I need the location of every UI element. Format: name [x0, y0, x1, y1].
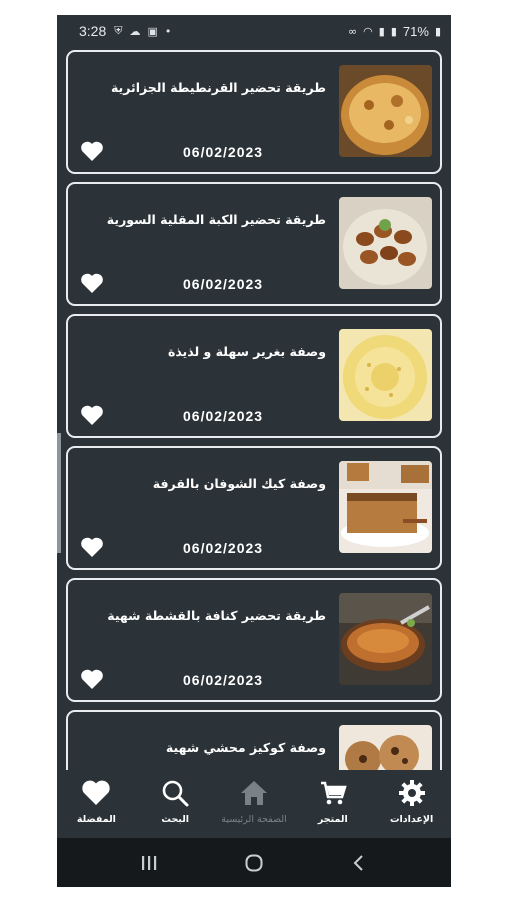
- heart-icon[interactable]: [80, 140, 104, 162]
- nav-favorites-label: المفضلة: [76, 814, 116, 825]
- cart-icon: [320, 781, 347, 805]
- system-navigation-bar: [57, 838, 451, 887]
- nav-home[interactable]: الصفحة الرئيسية: [215, 770, 294, 838]
- nav-settings[interactable]: الإعدادات: [372, 770, 451, 838]
- baghrir-photo: [339, 329, 432, 421]
- recipe-date: 06/02/2023: [183, 276, 264, 292]
- heart-icon[interactable]: [80, 404, 104, 426]
- search-icon: [162, 780, 189, 807]
- heart-icon: [82, 780, 111, 805]
- home-icon: [241, 781, 268, 805]
- gear-icon: [398, 780, 425, 806]
- nav-favorites[interactable]: المفضلة: [57, 770, 136, 838]
- recipe-title: طريقة تحضير الكبة المقلية السورية: [106, 212, 326, 227]
- heart-icon[interactable]: [80, 536, 104, 558]
- recipe-date: 06/02/2023: [183, 408, 264, 424]
- recipe-card[interactable]: طريقة تحضير القرنطيطة الجزائرية 06/02/20…: [66, 50, 442, 174]
- recipe-title: وصفة بغرير سهلة و لذيذة: [167, 344, 326, 359]
- recipe-title: وصفة كوكيز محشي شهية: [165, 740, 326, 755]
- signal-icon: ▮: [390, 24, 397, 38]
- recipe-title: طريقة تحضير القرنطيطة الجزائرية: [110, 80, 326, 95]
- recipe-title: طريقة تحضير كنافة بالقشطة شهية: [107, 608, 326, 623]
- signal-icon: ▮: [378, 24, 385, 38]
- status-bar: 3:28 ⛨ ☁ ▣ • ∞ ◠ ▮ ▮ 71% ▮: [57, 15, 451, 47]
- karantita-photo: [339, 65, 432, 157]
- recipe-card[interactable]: طريقة تحضير كنافة بالقشطة شهية 06/02/202…: [66, 578, 442, 702]
- recipe-card[interactable]: وصفة بغرير سهلة و لذيذة 06/02/2023: [66, 314, 442, 438]
- bottom-navigation: الإعدادات المتجر الصفحة الرئيسية البحث ا…: [57, 770, 451, 838]
- shield-icon: ⛨: [114, 24, 123, 37]
- battery-icon: ▮: [434, 24, 441, 38]
- recent-apps-icon[interactable]: [138, 852, 160, 874]
- recipe-card[interactable]: وصفة كيك الشوفان بالقرفة 06/02/2023: [66, 446, 442, 570]
- nav-search[interactable]: البحث: [136, 770, 215, 838]
- nav-store-label: المتجر: [317, 814, 348, 825]
- oat-cake-photo: [339, 461, 432, 553]
- recipe-date: 06/02/2023: [183, 672, 264, 688]
- cloud-icon: ☁: [129, 24, 141, 38]
- nav-search-label: البحث: [161, 814, 190, 825]
- dot-icon: •: [164, 24, 172, 38]
- home-button-icon[interactable]: [243, 852, 265, 874]
- app-icon: ▣: [147, 24, 158, 38]
- recipe-date: 06/02/2023: [183, 144, 264, 160]
- recipe-date: 06/02/2023: [183, 540, 264, 556]
- phone-screen: 3:28 ⛨ ☁ ▣ • ∞ ◠ ▮ ▮ 71% ▮ طريقة تحضير ا…: [57, 15, 451, 887]
- kibbeh-photo: [339, 197, 432, 289]
- heart-icon[interactable]: [80, 272, 104, 294]
- back-icon[interactable]: [348, 852, 370, 874]
- heart-icon[interactable]: [80, 668, 104, 690]
- nav-settings-label: الإعدادات: [389, 814, 434, 825]
- recipe-title: وصفة كيك الشوفان بالقرفة: [152, 476, 326, 491]
- wifi-icon: ◠: [363, 24, 373, 38]
- nav-home-label: الصفحة الرئيسية: [221, 814, 287, 825]
- recipe-card[interactable]: طريقة تحضير الكبة المقلية السورية 06/02/…: [66, 182, 442, 306]
- status-time: 3:28: [79, 23, 107, 39]
- link-icon: ∞: [348, 24, 358, 38]
- edge-panel-handle[interactable]: [57, 433, 61, 553]
- battery-level: 71%: [402, 23, 429, 39]
- knafeh-photo: [339, 593, 432, 685]
- nav-store[interactable]: المتجر: [293, 770, 372, 838]
